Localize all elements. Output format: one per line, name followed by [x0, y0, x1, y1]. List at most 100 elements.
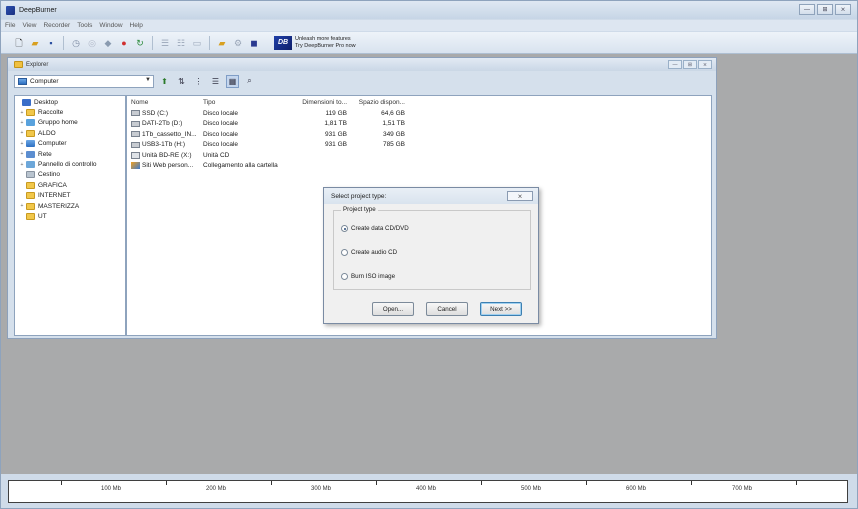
menu-tools[interactable]: Tools	[77, 20, 92, 31]
tree-expander[interactable]: +	[19, 120, 25, 126]
file-row[interactable]: SSD (C:) Disco locale 119 GB 64,6 GB	[127, 108, 711, 119]
list-view-icon[interactable]: ☰	[209, 75, 222, 88]
tree-expander[interactable]	[15, 99, 21, 105]
tree-expander[interactable]: +	[19, 141, 25, 147]
tree-view-icon[interactable]: ⋮	[192, 75, 205, 88]
tree-expander[interactable]: +	[19, 130, 25, 136]
file-row[interactable]: 1Tb_cassetto_IN... Disco locale 931 GB 3…	[127, 129, 711, 140]
column-header-size[interactable]: Dimensioni to...	[283, 99, 347, 106]
control-panel-icon	[26, 161, 35, 169]
tree-item-gruppo-home[interactable]: + Gruppo home	[15, 118, 125, 128]
app-icon	[6, 5, 15, 15]
file-row[interactable]: USB3-1Tb (H:) Disco locale 931 GB 785 GB	[127, 140, 711, 151]
tree-item-label: Desktop	[34, 98, 58, 106]
open-folder-icon[interactable]: ▰	[29, 37, 41, 49]
capacity-ruler: 100 Mb 200 Mb 300 Mb 400 Mb 500 Mb 600 M…	[8, 480, 848, 503]
search-icon[interactable]: ⌕	[243, 75, 256, 88]
dialog-title: Select project type:	[331, 192, 387, 200]
radio-button[interactable]	[341, 273, 348, 280]
tree-item-aldo[interactable]: + ALDO	[15, 128, 125, 138]
tree-item-label: MASTERIZZA	[38, 202, 80, 210]
explorer-close-button[interactable]: ⨯	[698, 60, 712, 69]
pro-promo[interactable]: DB Unleash more features Try DeepBurner …	[274, 35, 356, 50]
erase-icon[interactable]: ◆	[102, 37, 114, 49]
open-button[interactable]: Open...	[372, 302, 414, 316]
record-icon[interactable]: ◼	[248, 37, 260, 49]
tree-expander[interactable]: +	[19, 151, 25, 157]
group-label: Project type	[341, 206, 378, 213]
explorer-minimize-button[interactable]: —	[668, 60, 682, 69]
option-create-data-cd-dvd[interactable]: Create data CD/DVD	[341, 225, 409, 232]
window-controls: — ⊞ ⨯	[799, 4, 851, 15]
tree-expander[interactable]: +	[19, 162, 25, 168]
column-header-name[interactable]: Nome	[127, 99, 201, 106]
tree-expander[interactable]	[19, 182, 25, 188]
cancel-button[interactable]: Cancel	[426, 302, 468, 316]
disc-icon[interactable]: ◎	[86, 37, 98, 49]
file-name: Unità BD-RE (X:)	[142, 151, 192, 159]
tree-item-computer[interactable]: + Computer	[15, 139, 125, 149]
tree-item-rete[interactable]: + Rete	[15, 149, 125, 159]
cd-drive-icon	[131, 151, 140, 159]
menu-recorder[interactable]: Recorder	[43, 20, 70, 31]
promo-line-2: Try DeepBurner Pro now	[295, 42, 356, 49]
tree-item-ut[interactable]: UT	[15, 211, 125, 221]
file-name: Siti Web person...	[142, 162, 194, 170]
file-row[interactable]: Siti Web person... Collegamento alla car…	[127, 161, 711, 172]
dialog-title-bar: Select project type: ⨯	[324, 188, 538, 204]
radio-button[interactable]	[341, 249, 348, 256]
clock-icon[interactable]: ◷	[70, 37, 82, 49]
maximize-button[interactable]: ⊞	[817, 4, 833, 15]
menu-help[interactable]: Help	[130, 20, 143, 31]
menu-file[interactable]: File	[5, 20, 15, 31]
list-view-icon[interactable]: ☰	[159, 37, 171, 49]
tree-item-label: Gruppo home	[38, 119, 78, 127]
settings-icon[interactable]: ⚙	[232, 37, 244, 49]
drive-icon	[131, 141, 140, 148]
panel-icon[interactable]: ▭	[191, 37, 203, 49]
tree-expander[interactable]	[19, 172, 25, 178]
tree-expander[interactable]: +	[19, 110, 25, 116]
option-create-audio-cd[interactable]: Create audio CD	[341, 249, 397, 256]
refresh-icon[interactable]: ↻	[134, 37, 146, 49]
tree-expander[interactable]	[19, 193, 25, 199]
tree-item-masterizza[interactable]: + MASTERIZZA	[15, 201, 125, 211]
burn-icon[interactable]: ●	[118, 37, 130, 49]
radio-button-checked[interactable]	[341, 225, 348, 232]
tree-item-cestino[interactable]: Cestino	[15, 170, 125, 180]
minimize-button[interactable]: —	[799, 4, 815, 15]
up-folder-icon[interactable]: ⬆	[158, 75, 171, 88]
menu-view[interactable]: View	[22, 20, 36, 31]
deepburner-pro-logo: DB	[274, 35, 292, 50]
tree-item-desktop[interactable]: Desktop	[15, 97, 125, 107]
save-icon[interactable]: ▪	[45, 37, 57, 49]
column-header-free[interactable]: Spazio dispon...	[347, 99, 405, 106]
explorer-maximize-button[interactable]: ⊞	[683, 60, 697, 69]
close-button[interactable]: ⨯	[835, 4, 851, 15]
column-header-type[interactable]: Tipo	[201, 99, 283, 106]
folder-tree: Desktop + Raccolte + Gruppo home + ALDO	[14, 95, 126, 336]
tree-expander[interactable]	[19, 213, 25, 219]
ruler-tick	[271, 481, 272, 485]
option-burn-iso-image[interactable]: Burn ISO image	[341, 273, 395, 280]
menu-window[interactable]: Window	[99, 20, 122, 31]
explorer-folder-icon[interactable]: ▰	[216, 37, 228, 49]
tree-item-raccolte[interactable]: + Raccolte	[15, 107, 125, 117]
details-view-icon[interactable]: ▦	[226, 74, 239, 88]
file-row[interactable]: DATI-2Tb (D:) Disco locale 1,81 TB 1,51 …	[127, 119, 711, 130]
file-free: 1,51 TB	[382, 120, 405, 128]
tree-item-internet[interactable]: INTERNET	[15, 191, 125, 201]
explorer-title-bar: Explorer — ⊞ ⨯	[8, 58, 716, 71]
tree-item-pannello-di-controllo[interactable]: + Pannello di controllo	[15, 159, 125, 169]
sort-icon[interactable]: ⇅	[175, 75, 188, 88]
details-view-icon[interactable]: ☷	[175, 37, 187, 49]
main-toolbar: 🗋 ▰ ▪ ◷ ◎ ◆ ● ↻ ☰ ☷ ▭ ▰ ⚙ ◼ DB Unleash m…	[1, 32, 857, 54]
tree-item-grafica[interactable]: GRAFICA	[15, 180, 125, 190]
tree-expander[interactable]: +	[19, 203, 25, 209]
new-project-icon[interactable]: 🗋	[13, 37, 25, 49]
file-list-header: Nome Tipo Dimensioni to... Spazio dispon…	[127, 96, 711, 108]
location-dropdown[interactable]: Computer ▼	[14, 74, 154, 88]
dialog-close-button[interactable]: ⨯	[507, 191, 533, 201]
file-row[interactable]: Unità BD-RE (X:) Unità CD	[127, 150, 711, 161]
next-button[interactable]: Next >>	[480, 302, 522, 316]
